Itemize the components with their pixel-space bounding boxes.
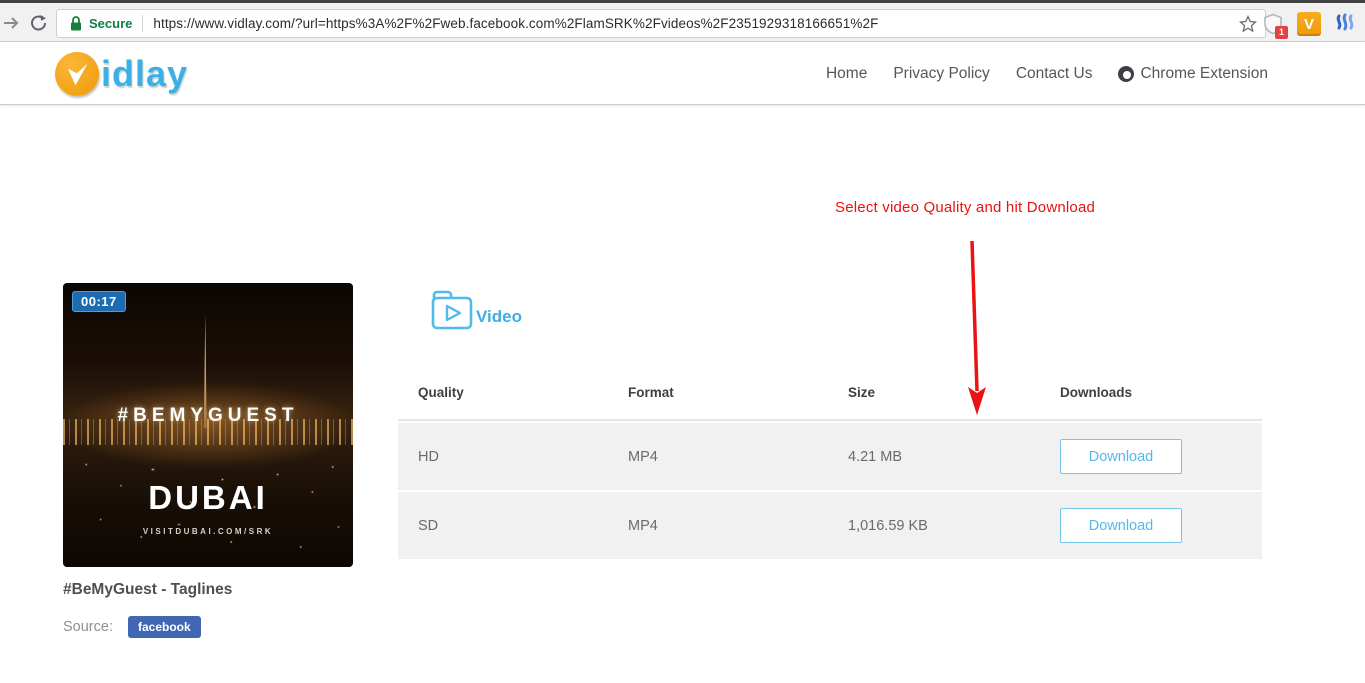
facebook-source-badge[interactable]: facebook [127, 616, 201, 638]
steem-extension-button[interactable] [1333, 12, 1357, 36]
star-icon [1239, 14, 1257, 32]
nav-chrome-extension-label: Chrome Extension [1140, 64, 1268, 82]
cell-format: MP4 [628, 517, 658, 534]
vidlay-extension-button[interactable]: V [1297, 12, 1321, 36]
address-bar[interactable]: Secure https://www.vidlay.com/?url=https… [56, 9, 1266, 38]
duration-badge: 00:17 [72, 291, 126, 312]
downloads-table-header: Quality Format Size Downloads [398, 365, 1262, 421]
reload-button[interactable] [28, 12, 50, 34]
cell-size: 1,016.59 KB [848, 517, 928, 534]
download-button-sd[interactable]: Download [1060, 508, 1182, 543]
forward-button[interactable] [0, 12, 22, 34]
annotation-text: Select video Quality and hit Download [835, 199, 1096, 216]
download-button-hd[interactable]: Download [1060, 439, 1182, 474]
video-folder-icon [430, 287, 474, 338]
cell-action: Download [1040, 439, 1262, 474]
cell-size: 4.21 MB [848, 448, 902, 465]
main-nav: Home Privacy Policy Contact Us Chrome Ex… [826, 42, 1268, 105]
cell-format: MP4 [628, 448, 658, 465]
cell-action: Download [1040, 508, 1262, 543]
lock-icon [69, 15, 83, 32]
logo-text: idlay [101, 53, 189, 94]
column-downloads: Downloads [1060, 384, 1133, 400]
cell-quality: SD [418, 517, 439, 534]
page: Secure https://www.vidlay.com/?url=https… [0, 0, 1365, 683]
bookmark-star-button[interactable] [1239, 14, 1257, 33]
extension-area: 1 V [1261, 9, 1357, 39]
source-row: Source: facebook [63, 616, 201, 638]
table-row-sd: SD MP4 1,016.59 KB Download [398, 492, 1262, 559]
table-row-hd: HD MP4 4.21 MB Download [398, 423, 1262, 490]
video-thumbnail[interactable]: #BEMYGUEST DUBAI VISITDUBAI.COM/SRK 00:1… [63, 283, 353, 567]
nav-contact-us-label: Contact Us [1015, 64, 1093, 82]
reload-icon [31, 15, 47, 31]
column-quality: Quality [418, 384, 464, 400]
video-title: #BeMyGuest - Taglines [63, 581, 233, 598]
column-format: Format [628, 384, 674, 400]
shield-extension-button[interactable]: 1 [1261, 12, 1288, 39]
thumbnail-hashtag-text: #BEMYGUEST [117, 405, 299, 427]
cell-quality: HD [418, 448, 439, 465]
downloads-table: Quality Format Size Downloads HD MP4 4.2… [398, 365, 1262, 559]
nav-privacy-policy-label: Privacy Policy [893, 64, 990, 82]
nav-contact-us[interactable]: Contact Us [1016, 65, 1093, 83]
steem-icon [1336, 13, 1354, 31]
nav-privacy-policy[interactable]: Privacy Policy [893, 65, 989, 83]
secure-label: Secure [89, 16, 133, 31]
thumbnail-url-text: VISITDUBAI.COM/SRK [142, 527, 274, 537]
nav-chrome-extension[interactable]: Chrome Extension [1118, 65, 1268, 83]
column-size: Size [848, 384, 876, 400]
chrome-icon [1118, 65, 1135, 82]
nav-home-label: Home [825, 64, 868, 82]
vidlay-logo-icon [55, 52, 99, 96]
section-label: Video [476, 307, 522, 326]
nav-home[interactable]: Home [826, 65, 867, 83]
thumbnail-brand-text: DUBAI [148, 478, 268, 516]
extension-badge: 1 [1275, 26, 1288, 39]
url-text[interactable]: https://www.vidlay.com/?url=https%3A%2F%… [153, 16, 1231, 31]
source-label: Source: [63, 619, 113, 635]
site-header: idlay Home Privacy Policy Contact Us Chr… [0, 42, 1365, 105]
forward-icon [4, 17, 19, 29]
browser-toolbar: Secure https://www.vidlay.com/?url=https… [0, 0, 1365, 42]
vidlay-logo[interactable]: idlay [55, 52, 188, 96]
omnibox-divider [142, 15, 144, 32]
